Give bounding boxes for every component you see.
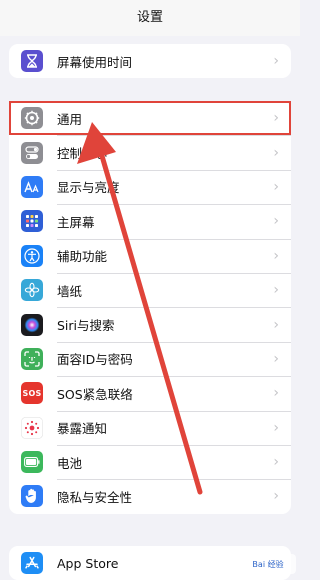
chevron-right-icon: › xyxy=(273,316,279,333)
hourglass-icon xyxy=(21,50,43,73)
settings-row-label: 控制中心 xyxy=(57,146,108,162)
control-center-icon xyxy=(21,141,43,164)
chevron-right-icon: › xyxy=(273,419,279,436)
home-grid-icon xyxy=(21,210,43,233)
settings-row-label: 辅助功能 xyxy=(57,249,108,265)
battery-icon xyxy=(21,451,43,474)
wallpaper-flower-icon xyxy=(21,279,43,302)
settings-row-siri[interactable]: Siri与搜索 › xyxy=(9,307,291,341)
settings-row-label: 主屏幕 xyxy=(57,214,95,230)
settings-group-main: 通用 › 控制中心 › 显示与亮度 › 主屏幕 › 辅助功能 › 墙纸 › Si… xyxy=(9,101,291,514)
settings-row-label: Siri与搜索 xyxy=(57,318,115,334)
chevron-right-icon: › xyxy=(273,178,279,195)
sos-icon: SOS xyxy=(21,382,43,405)
chevron-right-icon: › xyxy=(273,488,279,505)
chevron-right-icon: › xyxy=(273,144,279,161)
siri-icon xyxy=(21,313,43,336)
settings-row-privacy[interactable]: 隐私与安全性 › xyxy=(9,479,291,513)
aa-icon xyxy=(21,175,43,198)
chevron-right-icon: › xyxy=(273,247,279,264)
watermark-logo: Bai 经验 xyxy=(240,554,296,574)
settings-row-label: 显示与亮度 xyxy=(57,180,120,196)
settings-row-label: 面容ID与密码 xyxy=(57,352,133,368)
chevron-right-icon: › xyxy=(273,110,279,127)
settings-row-home-screen[interactable]: 主屏幕 › xyxy=(9,204,291,238)
page-title: 设置 xyxy=(0,0,300,36)
settings-group-screen-time: 屏幕使用时间 › xyxy=(9,44,291,79)
settings-row-general[interactable]: 通用 › xyxy=(9,101,291,135)
settings-row-label: 电池 xyxy=(57,455,83,471)
chevron-right-icon: › xyxy=(273,282,279,299)
face-id-icon xyxy=(21,347,43,370)
settings-row-label: 墙纸 xyxy=(57,283,83,299)
gear-icon xyxy=(21,107,43,130)
settings-row-label: SOS紧急联络 xyxy=(57,386,133,402)
settings-row-accessibility[interactable]: 辅助功能 › xyxy=(9,238,291,273)
settings-row-label: 暴露通知 xyxy=(57,421,108,437)
settings-row-label: 屏幕使用时间 xyxy=(57,54,133,70)
app-store-icon xyxy=(21,552,43,575)
settings-row-control-center[interactable]: 控制中心 › xyxy=(9,135,291,169)
settings-row-exposure[interactable]: 暴露通知 › xyxy=(9,410,291,445)
chevron-right-icon: › xyxy=(273,53,279,70)
settings-row-screen-time[interactable]: 屏幕使用时间 › xyxy=(9,44,291,78)
chevron-right-icon: › xyxy=(273,385,279,402)
settings-row-sos[interactable]: SOS SOS紧急联络 › xyxy=(9,376,291,410)
settings-row-battery[interactable]: 电池 › xyxy=(9,444,291,479)
exposure-icon xyxy=(21,416,43,439)
settings-row-label: 隐私与安全性 xyxy=(57,489,133,505)
accessibility-icon xyxy=(21,244,43,267)
chevron-right-icon: › xyxy=(273,350,279,367)
settings-row-wallpaper[interactable]: 墙纸 › xyxy=(9,272,291,307)
hand-icon xyxy=(21,485,43,508)
settings-row-face-id[interactable]: 面容ID与密码 › xyxy=(9,341,291,376)
settings-row-display[interactable]: 显示与亮度 › xyxy=(9,169,291,204)
chevron-right-icon: › xyxy=(273,454,279,471)
chevron-right-icon: › xyxy=(273,213,279,230)
settings-row-label: 通用 xyxy=(57,111,83,127)
watermark-text: Bai 经验 xyxy=(252,559,284,569)
settings-row-label: App Store xyxy=(57,555,119,571)
